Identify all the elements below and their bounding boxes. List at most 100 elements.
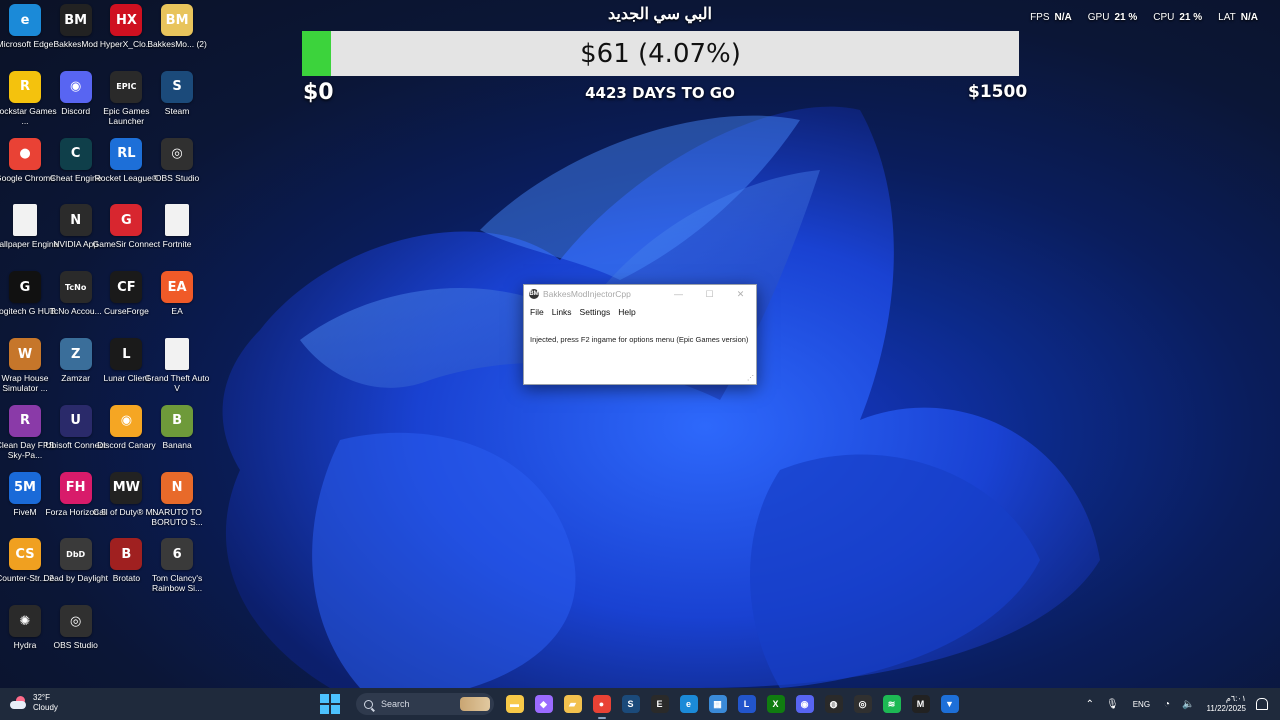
language-indicator[interactable]: ENG [1133,700,1150,709]
injector-status-text: Injected, press F2 ingame for options me… [530,335,749,344]
copilot-icon[interactable]: ◆ [534,695,553,713]
desktop-icon[interactable]: HX HyperX_Clo... [100,4,153,66]
desktop-icon[interactable]: 5M FiveM [0,471,50,534]
epic-games-icon[interactable]: E [650,695,669,713]
chrome-icon: ● [9,137,41,170]
desktop-icon[interactable]: N NVIDIA App [51,204,101,266]
desktop-icon[interactable]: ◉ Discord Canary [97,404,156,467]
close-button[interactable]: ✕ [725,285,756,303]
desktop-icon[interactable]: 6 Tom Clancy's Rainbow Si... [152,538,202,600]
counter-strike-icon: CS [9,538,41,571]
maximize-button[interactable]: ☐ [694,285,725,303]
clock[interactable]: ٦:٠١م 11/22/2025 [1207,694,1246,714]
obs-icon[interactable]: ◎ [853,695,872,713]
taskbar-apps: Search ▬ ◆ ▰ ● S Ee ▦ L X ◉ ◍ ◎ ≋ M ▼ [320,688,964,720]
desktop-icon[interactable]: Z Zamzar [51,338,101,400]
volume-icon[interactable]: 🔈 [1182,699,1194,710]
desktop-icon[interactable]: G GameSir Connect [93,204,160,266]
desktop-icon[interactable]: S Steam [152,70,202,133]
menu-file[interactable]: File [526,307,548,317]
desktop-icon[interactable]: G Logitech G HUB [0,271,56,333]
goal-progress-bar: $61 (4.07%) [302,31,1019,76]
dead-by-daylight-icon: DbD [59,538,92,571]
menu-settings[interactable]: Settings [576,307,615,317]
weather-widget[interactable]: 32°F Cloudy [10,693,58,713]
desktop-icon[interactable]: Fortnite [152,204,202,266]
desktop-icon-label: Fortnite [162,239,192,250]
desktop-icon-label: Steam [164,105,190,116]
menu-help[interactable]: Help [614,307,639,317]
desktop-icon[interactable]: B Banana [152,404,202,467]
gamesir-icon: G [110,204,143,237]
desktop-icon[interactable]: Wallpaper Engine [0,204,58,266]
tcno-icon[interactable]: ◍ [824,695,843,713]
folder-icon[interactable]: ▰ [563,695,582,713]
edge-icon[interactable]: e [679,695,698,713]
desktop-icon[interactable]: ◎ OBS Studio [51,605,101,667]
desktop-icon[interactable]: N NARUTO TO BORUTO S... [151,471,203,534]
bakkesmod-injector-window[interactable]: BM BakkesModInjectorCpp — ☐ ✕ File Links… [523,284,757,385]
bakkesmod-icon[interactable]: M [911,695,930,713]
chevron-up-icon[interactable]: ⌃ [1086,699,1094,710]
desktop-icon[interactable]: BM BakkesMo... (2) [147,4,207,66]
edge-icon: e [9,4,41,36]
file-explorer-icon[interactable]: ▬ [505,695,524,713]
desktop-icon[interactable]: R Clean Day FPS Sky-Pa... [0,404,54,467]
weather-temperature: 32°F [33,693,50,702]
cheat-engine-icon: C [59,137,92,170]
desktop-icon[interactable]: BM BakkesMod [51,4,101,66]
minimize-button[interactable]: — [663,285,694,303]
cloudy-weather-icon [10,696,28,710]
discord-icon: ◉ [59,70,92,103]
wifi-icon[interactable]: ◔ [1164,699,1170,710]
obs-icon: ◎ [59,605,92,638]
performance-overlay: FPS N/A GPU 21 % CPU 21 % LAT N/A [1030,12,1258,23]
rainbow-six-icon: 6 [161,538,194,571]
desktop-icon[interactable]: EA EA [152,271,202,333]
spotify-icon[interactable]: ≋ [882,695,901,713]
search-icon [364,699,373,709]
desktop-icon[interactable]: W Wrap House Simulator ... [0,338,50,400]
clock-date: 11/22/2025 [1206,704,1246,713]
epic-games-icon: EPIC [110,70,143,103]
goal-min-label: $0 [303,80,334,105]
taskbar-search[interactable]: Search [356,693,494,715]
desktop-icon[interactable]: CF CurseForge [101,271,151,333]
desktop-icon[interactable]: RL Rocket League® [95,137,158,200]
discord-icon[interactable]: ◉ [795,695,814,713]
bakkesmod-icon: BM [529,289,539,299]
xbox-icon[interactable]: X [766,695,785,713]
menu-links[interactable]: Links [548,307,576,317]
desktop-icon[interactable]: U Ubisoft Connect [45,404,106,467]
desktop-icon[interactable]: ● Google Chrome [0,137,55,200]
perf-gpu: GPU 21 % [1087,12,1138,23]
notification-bell-icon[interactable] [1256,698,1268,710]
desktop-icon[interactable]: ✺ Hydra [0,605,50,667]
rocket-league-icon[interactable]: ▼ [940,695,959,713]
desktop-icon[interactable]: Grand Theft Auto V [145,338,209,400]
desktop-icon[interactable]: DbD Dead by Daylight [43,538,108,600]
desktop-icon[interactable]: FH Forza Horizon 5 [45,471,106,534]
resize-grip-icon[interactable]: ⋰ [747,374,754,382]
perf-cpu: CPU 21 % [1153,12,1203,23]
rocket-league-icon: RL [110,137,143,170]
file-icon [165,204,190,237]
window-title: BakkesModInjectorCpp [543,289,631,299]
desktop-icon-label: NARUTO TO BORUTO S... [151,506,203,527]
steam-icon[interactable]: S [621,695,640,713]
window-titlebar[interactable]: BM BakkesModInjectorCpp — ☐ ✕ [524,285,756,303]
desktop-icon[interactable]: RRockstar Games ... [0,70,57,133]
desktop-icon[interactable]: ◎ OBS Studio [152,137,202,200]
desktop-icon[interactable]: e Microsoft Edge [0,4,53,66]
store-icon[interactable]: ▦ [708,695,727,713]
lunar-client-icon[interactable]: L [737,695,756,713]
desktop-icon[interactable]: C Cheat Engine [50,137,101,200]
microphone-icon[interactable]: 🎙 [1106,699,1119,710]
start-button[interactable] [320,694,340,714]
rockstar-icon: R [9,70,41,103]
desktop-icon[interactable]: EPIC Epic Games Launcher [101,70,151,133]
desktop-icon[interactable]: TcNo TcNo Accou... [50,271,102,333]
chrome-icon[interactable]: ● [592,695,611,719]
search-label: Search [381,699,410,709]
desktop-icon[interactable]: CS Counter-Str... 2 [0,538,54,600]
